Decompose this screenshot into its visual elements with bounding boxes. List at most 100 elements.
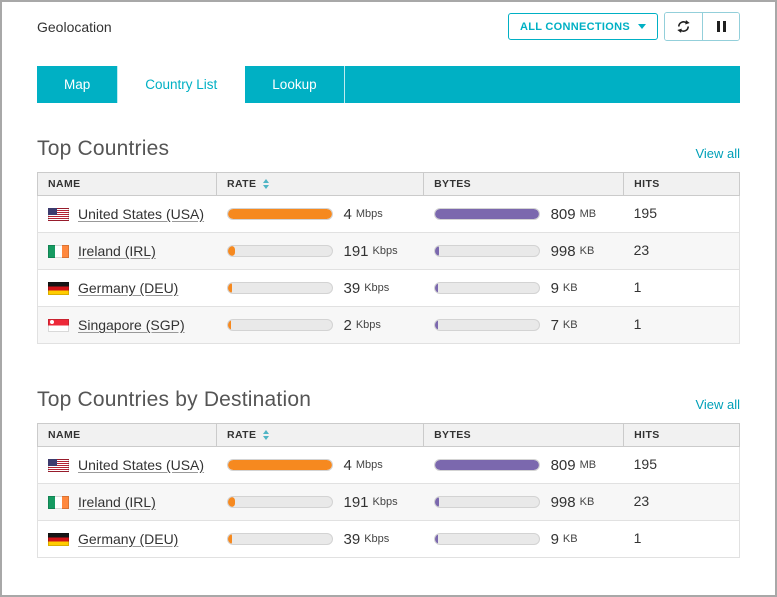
bytes-bar: [434, 533, 540, 545]
rate-value: 4: [344, 457, 352, 474]
table-row: Ireland (IRL) 191 Kbps 998 KB 23: [38, 233, 740, 270]
country-link[interactable]: Singapore (SGP): [78, 317, 185, 333]
bytes-unit: KB: [563, 533, 578, 545]
section-title: Top Countries: [37, 137, 169, 161]
bytes-unit: MB: [580, 459, 597, 471]
hits-value: 1: [634, 530, 642, 546]
bytes-value: 9: [551, 280, 559, 297]
column-header-hits[interactable]: HITS: [624, 424, 740, 447]
section-top-countries-by-destination: Top Countries by Destination View all NA…: [37, 388, 740, 558]
hits-value: 1: [634, 279, 642, 295]
table-row: Ireland (IRL) 191 Kbps 998 KB 23: [38, 484, 740, 521]
flag-icon: [48, 282, 69, 295]
rate-value: 191: [344, 243, 369, 260]
bytes-unit: KB: [563, 282, 578, 294]
pause-icon: [717, 21, 726, 32]
flag-icon: [48, 208, 69, 221]
top-countries-by-destination-table: NAME RATE BYTES HITS United States (USA): [37, 423, 740, 558]
tab-lookup[interactable]: Lookup: [245, 66, 344, 103]
hits-value: 1: [634, 316, 642, 332]
bytes-value: 9: [551, 531, 559, 548]
hits-value: 23: [634, 242, 650, 258]
rate-unit: Kbps: [364, 282, 389, 294]
rate-bar: [227, 459, 333, 471]
bytes-value: 998: [551, 243, 576, 260]
refresh-button[interactable]: [665, 13, 702, 40]
column-header-rate-label: RATE: [227, 429, 256, 441]
rate-unit: Kbps: [364, 533, 389, 545]
table-row: Singapore (SGP) 2 Kbps 7 KB 1: [38, 307, 740, 344]
geolocation-page: Geolocation ALL CONNECTIONS: [0, 0, 777, 597]
column-header-rate[interactable]: RATE: [217, 173, 424, 196]
column-header-rate[interactable]: RATE: [217, 424, 424, 447]
hits-value: 23: [634, 493, 650, 509]
view-all-link[interactable]: View all: [695, 146, 740, 161]
rate-value: 39: [344, 531, 361, 548]
rate-bar: [227, 496, 333, 508]
top-bar: Geolocation ALL CONNECTIONS: [37, 12, 740, 41]
sort-icon[interactable]: [263, 430, 269, 440]
table-row: Germany (DEU) 39 Kbps 9 KB 1: [38, 521, 740, 558]
column-header-hits[interactable]: HITS: [624, 173, 740, 196]
tab-bar: Map Country List Lookup: [37, 66, 740, 103]
section-top-countries: Top Countries View all NAME RATE BYTES H…: [37, 137, 740, 344]
top-countries-table: NAME RATE BYTES HITS United States (USA): [37, 172, 740, 344]
bytes-value: 809: [551, 206, 576, 223]
flag-icon: [48, 319, 69, 332]
rate-bar: [227, 319, 333, 331]
rate-value: 39: [344, 280, 361, 297]
table-row: United States (USA) 4 Mbps 809 MB 195: [38, 447, 740, 484]
toolbar-icon-group: [664, 12, 740, 41]
column-header-name[interactable]: NAME: [38, 424, 217, 447]
section-header: Top Countries View all: [37, 137, 740, 161]
flag-icon: [48, 496, 69, 509]
view-all-link[interactable]: View all: [695, 397, 740, 412]
caret-down-icon: [638, 24, 646, 29]
rate-unit: Mbps: [356, 459, 383, 471]
table-row: Germany (DEU) 39 Kbps 9 KB 1: [38, 270, 740, 307]
table-row: United States (USA) 4 Mbps 809 MB 195: [38, 196, 740, 233]
page-title: Geolocation: [37, 19, 112, 35]
bytes-bar: [434, 496, 540, 508]
country-link[interactable]: United States (USA): [78, 206, 204, 222]
bytes-unit: KB: [563, 319, 578, 331]
bytes-unit: KB: [580, 496, 595, 508]
section-header: Top Countries by Destination View all: [37, 388, 740, 412]
column-header-name[interactable]: NAME: [38, 173, 217, 196]
pause-button[interactable]: [702, 13, 739, 40]
column-header-bytes[interactable]: BYTES: [424, 173, 624, 196]
tab-map[interactable]: Map: [37, 66, 118, 103]
flag-icon: [48, 245, 69, 258]
rate-value: 191: [344, 494, 369, 511]
rate-bar: [227, 208, 333, 220]
rate-value: 4: [344, 206, 352, 223]
country-link[interactable]: Ireland (IRL): [78, 243, 156, 259]
section-title: Top Countries by Destination: [37, 388, 311, 412]
sort-icon[interactable]: [263, 179, 269, 189]
bytes-unit: KB: [580, 245, 595, 257]
bytes-value: 7: [551, 317, 559, 334]
rate-value: 2: [344, 317, 352, 334]
toolbar: ALL CONNECTIONS: [508, 12, 740, 41]
hits-value: 195: [634, 205, 657, 221]
bytes-value: 809: [551, 457, 576, 474]
country-link[interactable]: United States (USA): [78, 457, 204, 473]
bytes-value: 998: [551, 494, 576, 511]
column-header-rate-label: RATE: [227, 178, 256, 190]
country-link[interactable]: Germany (DEU): [78, 531, 178, 547]
tab-country-list[interactable]: Country List: [118, 66, 245, 103]
column-header-bytes[interactable]: BYTES: [424, 424, 624, 447]
rate-bar: [227, 533, 333, 545]
flag-icon: [48, 459, 69, 472]
bytes-bar: [434, 208, 540, 220]
rate-unit: Kbps: [373, 496, 398, 508]
refresh-icon: [676, 19, 691, 34]
country-link[interactable]: Germany (DEU): [78, 280, 178, 296]
rate-unit: Mbps: [356, 208, 383, 220]
bytes-bar: [434, 282, 540, 294]
all-connections-button[interactable]: ALL CONNECTIONS: [508, 13, 658, 40]
all-connections-label: ALL CONNECTIONS: [520, 21, 630, 33]
bytes-bar: [434, 245, 540, 257]
country-link[interactable]: Ireland (IRL): [78, 494, 156, 510]
rate-bar: [227, 282, 333, 294]
